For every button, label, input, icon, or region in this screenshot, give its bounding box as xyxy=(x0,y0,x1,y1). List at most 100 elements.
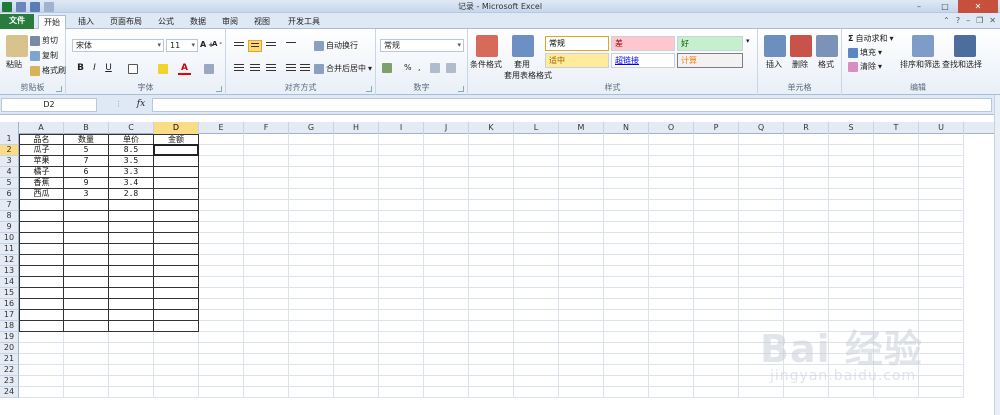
cell-k20[interactable] xyxy=(469,343,514,354)
cell-k17[interactable] xyxy=(469,310,514,321)
column-header-n[interactable]: N xyxy=(604,122,649,134)
cell-i5[interactable] xyxy=(379,178,424,189)
cell-s1[interactable] xyxy=(829,134,874,145)
cell-i15[interactable] xyxy=(379,288,424,299)
column-header-e[interactable]: E xyxy=(199,122,244,134)
cell-p3[interactable] xyxy=(694,156,739,167)
cell-a23[interactable] xyxy=(19,376,64,387)
cell-m15[interactable] xyxy=(559,288,604,299)
cell-r1[interactable] xyxy=(784,134,829,145)
cell-h4[interactable] xyxy=(334,167,379,178)
cell-d12[interactable] xyxy=(154,255,199,266)
cell-g14[interactable] xyxy=(289,277,334,288)
cell-c3[interactable]: 3.5 xyxy=(109,156,154,167)
cell-a4[interactable]: 橘子 xyxy=(19,167,64,178)
cell-e10[interactable] xyxy=(199,233,244,244)
cell-b13[interactable] xyxy=(64,266,109,277)
cell-r6[interactable] xyxy=(784,189,829,200)
cell-b9[interactable] xyxy=(64,222,109,233)
row-header-8[interactable]: 8 xyxy=(0,211,19,222)
cell-s11[interactable] xyxy=(829,244,874,255)
cell-e23[interactable] xyxy=(199,376,244,387)
cell-b10[interactable] xyxy=(64,233,109,244)
paste-icon[interactable] xyxy=(6,35,28,57)
tab-formulas[interactable]: 公式 xyxy=(152,15,180,29)
cell-u12[interactable] xyxy=(919,255,964,266)
row-header-5[interactable]: 5 xyxy=(0,178,19,189)
cell-d10[interactable] xyxy=(154,233,199,244)
cell-t3[interactable] xyxy=(874,156,919,167)
cell-u11[interactable] xyxy=(919,244,964,255)
cell-h18[interactable] xyxy=(334,321,379,332)
cell-j19[interactable] xyxy=(424,332,469,343)
cell-j11[interactable] xyxy=(424,244,469,255)
cell-s10[interactable] xyxy=(829,233,874,244)
conditional-format-button[interactable]: 条件格式 xyxy=(470,59,502,70)
italic-button[interactable]: I xyxy=(88,62,101,75)
cell-n10[interactable] xyxy=(604,233,649,244)
cell-g15[interactable] xyxy=(289,288,334,299)
cell-p16[interactable] xyxy=(694,299,739,310)
cell-j22[interactable] xyxy=(424,365,469,376)
cell-h12[interactable] xyxy=(334,255,379,266)
cell-d21[interactable] xyxy=(154,354,199,365)
cell-p1[interactable] xyxy=(694,134,739,145)
cell-c8[interactable] xyxy=(109,211,154,222)
cell-i4[interactable] xyxy=(379,167,424,178)
cell-o13[interactable] xyxy=(649,266,694,277)
cell-i3[interactable] xyxy=(379,156,424,167)
cell-l1[interactable] xyxy=(514,134,559,145)
cell-l19[interactable] xyxy=(514,332,559,343)
cell-e7[interactable] xyxy=(199,200,244,211)
cell-r2[interactable] xyxy=(784,145,829,156)
row-header-18[interactable]: 18 xyxy=(0,321,19,332)
cell-t14[interactable] xyxy=(874,277,919,288)
comma-button[interactable]: , xyxy=(418,63,421,72)
cell-l18[interactable] xyxy=(514,321,559,332)
cell-t8[interactable] xyxy=(874,211,919,222)
cell-m4[interactable] xyxy=(559,167,604,178)
cell-m22[interactable] xyxy=(559,365,604,376)
cell-f4[interactable] xyxy=(244,167,289,178)
cell-d23[interactable] xyxy=(154,376,199,387)
cell-m17[interactable] xyxy=(559,310,604,321)
delete-cells-icon[interactable] xyxy=(790,35,812,57)
cell-h13[interactable] xyxy=(334,266,379,277)
cell-h5[interactable] xyxy=(334,178,379,189)
cell-m1[interactable] xyxy=(559,134,604,145)
cell-l4[interactable] xyxy=(514,167,559,178)
cell-f8[interactable] xyxy=(244,211,289,222)
cell-k5[interactable] xyxy=(469,178,514,189)
column-header-l[interactable]: L xyxy=(514,122,559,134)
cell-c5[interactable]: 3.4 xyxy=(109,178,154,189)
column-header-j[interactable]: J xyxy=(424,122,469,134)
column-header-g[interactable]: G xyxy=(289,122,334,134)
cell-l17[interactable] xyxy=(514,310,559,321)
cell-g13[interactable] xyxy=(289,266,334,277)
cell-n8[interactable] xyxy=(604,211,649,222)
row-header-7[interactable]: 7 xyxy=(0,200,19,211)
cell-t15[interactable] xyxy=(874,288,919,299)
cell-s16[interactable] xyxy=(829,299,874,310)
cell-c18[interactable] xyxy=(109,321,154,332)
cell-c4[interactable]: 3.3 xyxy=(109,167,154,178)
cell-q14[interactable] xyxy=(739,277,784,288)
cell-e20[interactable] xyxy=(199,343,244,354)
row-header-1[interactable]: 1 xyxy=(0,134,19,145)
cell-f10[interactable] xyxy=(244,233,289,244)
cell-c2[interactable]: 8.5 xyxy=(109,145,154,156)
cell-p5[interactable] xyxy=(694,178,739,189)
cell-u10[interactable] xyxy=(919,233,964,244)
cell-i12[interactable] xyxy=(379,255,424,266)
cell-n15[interactable] xyxy=(604,288,649,299)
column-header-q[interactable]: Q xyxy=(739,122,784,134)
cell-g7[interactable] xyxy=(289,200,334,211)
cell-t1[interactable] xyxy=(874,134,919,145)
cell-d7[interactable] xyxy=(154,200,199,211)
cell-g2[interactable] xyxy=(289,145,334,156)
cell-m2[interactable] xyxy=(559,145,604,156)
cell-p17[interactable] xyxy=(694,310,739,321)
cell-b20[interactable] xyxy=(64,343,109,354)
cell-i18[interactable] xyxy=(379,321,424,332)
cell-m8[interactable] xyxy=(559,211,604,222)
